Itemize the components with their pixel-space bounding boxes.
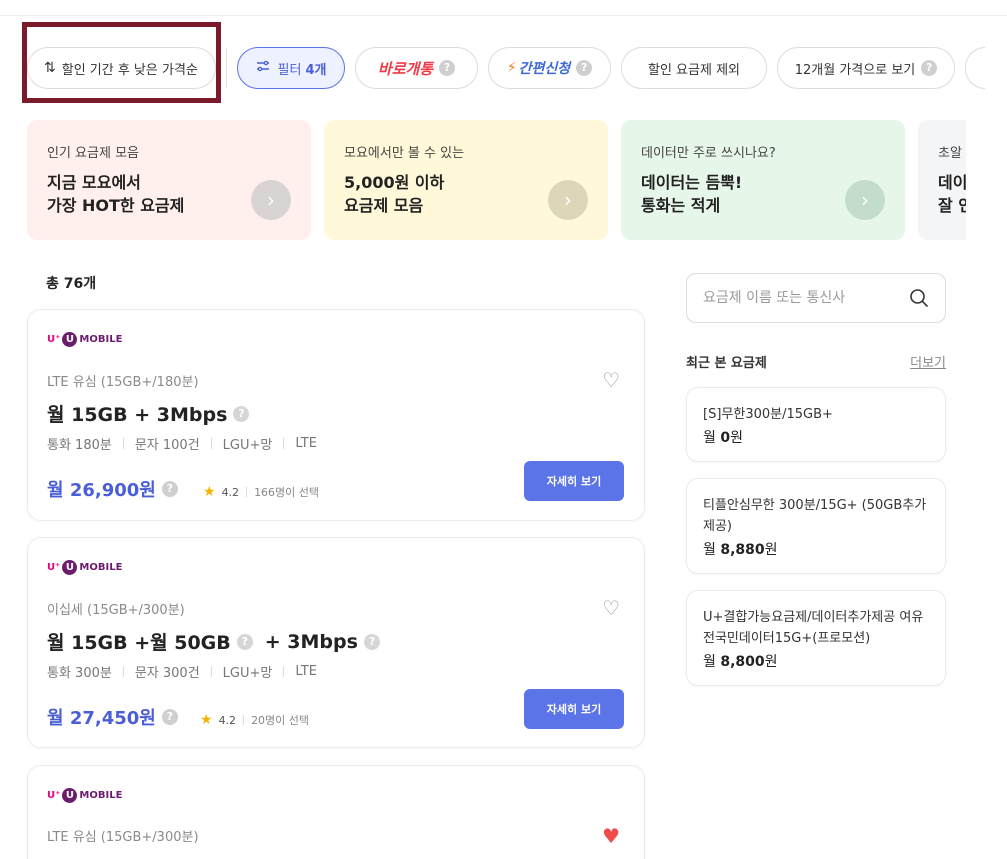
plan-category: LTE 유심 (15GB+/300분) [47, 830, 199, 845]
spec-sms: 문자 100건 [134, 438, 200, 453]
help-icon[interactable]: ? [576, 60, 593, 76]
detail-button[interactable]: 자세히 보기 [524, 689, 624, 729]
spec-type: LTE [295, 664, 317, 679]
plan-title-main: 월 15GB +월 50GB [47, 632, 231, 654]
baro-chip[interactable]: 바로개통 ? [355, 47, 478, 89]
rating-value: 4.2 [218, 713, 237, 727]
sort-arrows-icon: ⇅ [44, 60, 56, 76]
spec-type: LTE [295, 436, 317, 451]
chevron-right-icon[interactable]: › [251, 180, 291, 220]
chip-divider [226, 48, 227, 88]
plan-price: 월 26,900원 ? [47, 476, 178, 502]
promo-banner-data[interactable]: 데이터만 주로 쓰시나요? 데이터는 듬뿍! 통화는 적게 › [621, 120, 905, 240]
easy-apply-chip[interactable]: ⚡ 간편신청 ? [488, 47, 611, 89]
promo-banner-hot[interactable]: 인기 요금제 모음 지금 모요에서 가장 HOT한 요금제 › [27, 120, 311, 240]
chosen-count: 20명이 선택 [251, 714, 310, 727]
help-icon[interactable]: ? [161, 709, 178, 725]
banner-subtitle: 모요에서만 볼 수 있는 [344, 146, 465, 161]
star-icon: ★ [200, 712, 213, 728]
plan-title: 월 15GB +월 50GB ? + 3Mbps ? [47, 628, 380, 655]
plan-specs: 통화 180분 문자 100건 LGU+망 LTE [47, 434, 317, 453]
chevron-right-icon[interactable]: › [548, 180, 588, 220]
recent-plan-name: U+결합가능요금제/데이터추가제공 여유 전국민데이터15G+(프로모션) [703, 610, 924, 646]
plan-price-value: 월 26,900원 [47, 480, 156, 501]
plan-price: 월 27,450원 ? [47, 704, 178, 730]
promo-banners: 인기 요금제 모음 지금 모요에서 가장 HOT한 요금제 › 모요에서만 볼 … [27, 120, 966, 240]
exclude-discount-chip[interactable]: 할인 요금제 제외 [621, 47, 767, 89]
heart-icon[interactable]: ♡ [602, 598, 620, 618]
promo-banner-cheap[interactable]: 모요에서만 볼 수 있는 5,000원 이하 요금제 모음 › [324, 120, 608, 240]
plan-card[interactable]: U⁺ U MOBILE LTE 유심 (15GB+/300분) ♥ [27, 765, 645, 859]
filter-label: 필터 [277, 62, 302, 78]
recent-plan-name: 티플안심무한 300분/15G+ (50GB추가제공) [703, 498, 927, 534]
plan-card[interactable]: U⁺ U MOBILE 이십세 (15GB+/300분) ♡ 월 15GB +월 5… [27, 537, 645, 748]
star-icon: ★ [203, 484, 216, 500]
filter-chip-bar: ⇅ 할인 기간 후 낮은 가격순 필터 4개 바로개통 ? ⚡ 간편신청 ? 할… [27, 47, 995, 89]
promo-banner-partial[interactable]: 초알 데이 잘 인 [918, 120, 966, 240]
plan-rating: ★ 4.2 166명이 선택 [203, 484, 319, 500]
banner-subtitle: 인기 요금제 모음 [47, 146, 139, 161]
recent-plan-price: 월 0원 [703, 430, 743, 446]
more-link[interactable]: 더보기 [910, 352, 946, 371]
recent-plan-price: 월 8,800원 [703, 654, 778, 670]
help-icon[interactable]: ? [363, 633, 380, 650]
spec-network: LGU+망 [222, 438, 273, 453]
spec-network: LGU+망 [222, 666, 273, 681]
carrier-logo: U⁺ U MOBILE [47, 332, 123, 347]
detail-button[interactable]: 자세히 보기 [524, 461, 624, 501]
filter-chip[interactable]: 필터 4개 [237, 47, 345, 89]
magnifier-icon[interactable] [909, 288, 929, 308]
bolt-icon: ⚡ [506, 60, 517, 76]
carrier-logo: U⁺ U MOBILE [47, 788, 123, 803]
help-icon[interactable]: ? [921, 60, 938, 76]
chevron-right-icon[interactable]: › [845, 180, 885, 220]
spec-call: 통화 300분 [47, 666, 112, 681]
overflow-chip[interactable] [965, 47, 985, 89]
plan-category: LTE 유심 (15GB+/180분) [47, 375, 199, 390]
rating-value: 4.2 [221, 485, 240, 499]
twelve-month-label: 12개월 가격으로 보기 [794, 62, 916, 78]
plan-search [686, 273, 946, 323]
recent-plan-card[interactable]: [S]무한300분/15GB+ 월 0원 [686, 387, 946, 462]
recent-plan-name: [S]무한300분/15GB+ [703, 407, 833, 422]
plan-card[interactable]: U⁺ U MOBILE LTE 유심 (15GB+/180분) ♡ 월 15GB +… [27, 309, 645, 521]
total-count: 총 76개 [46, 276, 97, 292]
sort-label: 할인 기간 후 낮은 가격순 [61, 62, 198, 78]
help-icon[interactable]: ? [439, 60, 456, 76]
search-input[interactable] [703, 290, 893, 306]
easy-apply-label: 간편신청 [518, 61, 571, 77]
plan-title-extra: + 3Mbps [264, 630, 358, 653]
recent-plan-card[interactable]: 티플안심무한 300분/15G+ (50GB추가제공) 월 8,880원 [686, 478, 946, 574]
top-divider [0, 15, 1007, 16]
sort-chip[interactable]: ⇅ 할인 기간 후 낮은 가격순 [27, 47, 216, 89]
twelve-month-chip[interactable]: 12개월 가격으로 보기 ? [777, 47, 955, 89]
help-icon[interactable]: ? [233, 405, 250, 422]
exclude-discount-label: 할인 요금제 제외 [648, 62, 740, 78]
filter-count: 4개 [305, 62, 327, 78]
banner-subtitle: 데이터만 주로 쓰시나요? [641, 146, 776, 161]
heart-icon[interactable]: ♡ [602, 370, 620, 390]
help-icon[interactable]: ? [161, 481, 178, 497]
help-icon[interactable]: ? [236, 633, 253, 650]
recent-plan-price: 월 8,880원 [703, 542, 778, 558]
chosen-count: 166명이 선택 [254, 486, 320, 499]
heart-icon[interactable]: ♥ [602, 826, 620, 846]
spec-sms: 문자 300건 [134, 666, 200, 681]
spec-call: 통화 180분 [47, 438, 112, 453]
banner-headline: 데이 잘 인 [938, 173, 966, 215]
carrier-logo: U⁺ U MOBILE [47, 560, 123, 575]
plan-title: 월 15GB + 3Mbps ? [47, 400, 250, 427]
plan-rating: ★ 4.2 20명이 선택 [200, 712, 309, 728]
plan-specs: 통화 300분 문자 300건 LGU+망 LTE [47, 662, 317, 681]
plan-title-main: 월 15GB + 3Mbps [47, 404, 228, 426]
recent-plan-card[interactable]: U+결합가능요금제/데이터추가제공 여유 전국민데이터15G+(프로모션) 월 … [686, 590, 946, 686]
sliders-icon [256, 59, 270, 77]
baro-label: 바로개통 [377, 59, 434, 78]
recent-title: 최근 본 요금제 [686, 356, 767, 371]
banner-subtitle: 초알 [938, 146, 962, 161]
plan-category: 이십세 (15GB+/300분) [47, 603, 185, 618]
plan-price-value: 월 27,450원 [47, 708, 156, 729]
recent-header: 최근 본 요금제 더보기 [686, 352, 946, 371]
